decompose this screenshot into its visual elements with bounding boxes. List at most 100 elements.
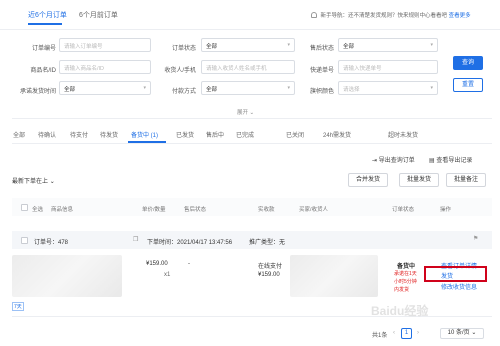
th-after-sale: 售后状态 [184,207,207,213]
page-number[interactable]: 1 [401,328,412,339]
query-button[interactable]: 查询 [453,56,483,70]
header-divider [0,29,500,30]
ship-countdown: 承诺在1天小时5分钟内发货 [394,271,417,293]
order-time: 下单时间：2021/04/17 13:47:56 [147,240,233,246]
baidu-watermark: Baidu经验 [371,304,429,318]
newbie-notice: 新手导航：还不清楚发货规则？快来规则中心看看吧 查看更多 [311,11,471,19]
sort-select[interactable]: 最新下单在上 ⌄ [12,176,55,185]
order-status-select[interactable]: 全部 ▾ [201,38,295,52]
flag-color-placeholder: 请选择 [343,87,360,93]
seven-day-tag: 7天 [12,302,24,311]
th-buyer: 买家/收货人 [299,207,329,213]
order-status-value: 全部 [206,44,218,50]
ship-time-value: 全部 [64,87,76,93]
order-period-tabs: 近6个月订单 6个月前订单 新手导航：还不清楚发货规则？快来规则中心看看吧 查看… [0,0,500,30]
export-query-label: 导出查询订单 [378,158,415,164]
status-tab-closed[interactable]: 已关闭 [286,130,304,139]
prev-page-icon[interactable]: ‹ [393,330,395,336]
promo-type: 推广类型：无 [249,240,286,246]
next-page-icon[interactable]: › [417,330,419,336]
order-management-panel: 近6个月订单 6个月前订单 新手导航：还不清楚发货规则？快来规则中心看看吧 查看… [0,0,500,346]
receiver-label: 收货人/手机 [164,68,196,74]
pay-method-select[interactable]: 全部 ▾ [201,81,295,95]
page-size-select[interactable]: 10 条/页 ⌄ [440,328,484,339]
after-sale-status: - [188,261,190,267]
highlight-box [424,266,487,282]
chevron-down-icon: ⌄ [249,110,255,116]
order-number: 订单号：478 [34,240,69,246]
export-icon: ⇥ [372,158,378,164]
order-no-input[interactable]: 请输入订单编号 [59,38,151,52]
page-size-value: 10 条/页 [447,330,470,336]
chevron-down-icon: ⌄ [49,179,55,185]
th-actions: 操作 [440,207,452,213]
unit-price: ¥159.00 [146,261,168,267]
quantity: x1 [164,272,171,278]
tab-older-than-6-months[interactable]: 6个月前订单 [79,10,118,20]
status-tab-to-ship[interactable]: 待发货 [100,130,118,139]
flag-color-label: 旗帜颜色 [309,89,334,95]
order-checkbox[interactable] [21,237,28,244]
chevron-down-icon: ⌄ [471,330,477,336]
pay-method-value: 全部 [206,87,218,93]
pay-method: 在线支付 [258,264,283,270]
bell-icon [311,12,317,18]
status-tab-overdue[interactable]: 超时未发货 [388,130,418,139]
batch-ship-button[interactable]: 批量发货 [399,173,439,187]
order-no-label: 订单编号 [31,46,56,52]
buyer-info-blurred [290,255,378,297]
paid-amount: ¥159.00 [258,272,280,278]
view-export-records[interactable]: ▤ 查看导出记录 [429,155,472,164]
tracking-input[interactable]: 请输入快递单号 [338,60,438,74]
flag-icon[interactable]: ⚑ [473,235,478,242]
th-price-qty: 单价/数量 [142,207,166,213]
after-sale-select[interactable]: 全部 ▾ [338,38,438,52]
ship-time-select[interactable]: 全部 ▾ [59,81,151,95]
status-tab-ship-24h[interactable]: 24h需发货 [323,130,351,139]
notice-more-link[interactable]: 查看更多 [449,13,471,19]
table-header [12,198,492,216]
merge-ship-button[interactable]: 合并发货 [348,173,388,187]
chevron-down-icon: ▾ [430,42,433,48]
order-status: 备货中 [397,264,416,270]
th-order-status: 订单状态 [392,207,415,213]
view-export-label: 查看导出记录 [436,158,473,164]
status-tab-to-pay[interactable]: 待支付 [70,130,88,139]
th-paid: 实收款 [258,207,275,213]
status-tab-completed[interactable]: 已完成 [236,130,254,139]
document-icon: ▤ [429,158,435,164]
pay-method-label: 付款方式 [171,89,196,95]
edit-address-link[interactable]: 修改收货信息 [441,282,477,291]
status-tab-shipped[interactable]: 已发货 [176,130,194,139]
copy-icon[interactable]: ❐ [133,236,138,243]
active-tab-underline [28,23,62,25]
th-product-info: 商品信息 [51,207,74,213]
batch-remark-button[interactable]: 批量备注 [446,173,486,187]
notice-text: 新手导航：还不清楚发货规则？快来规则中心看看吧 [320,13,448,19]
status-tab-after-sale[interactable]: 售后中 [206,130,224,139]
chevron-down-icon: ▾ [430,85,433,91]
status-tab-preparing[interactable]: 备货中 (1) [131,130,158,139]
status-tab-to-confirm[interactable]: 待确认 [38,130,56,139]
tab-recent-6-months[interactable]: 近6个月订单 [28,10,67,20]
after-sale-value: 全部 [343,44,355,50]
filter-divider [12,118,492,119]
expand-filters-toggle[interactable]: 展开 ⌄ [237,108,254,116]
flag-color-select[interactable]: 请选择 ▾ [338,81,438,95]
expand-label: 展开 [237,110,249,116]
product-input[interactable]: 请输入商品名/ID [59,60,151,74]
order-status-label: 订单状态 [171,46,196,52]
status-tabs-divider [12,143,492,144]
sort-label: 最新下单在上 [12,179,49,185]
select-all-checkbox[interactable] [21,204,28,211]
status-tab-all[interactable]: 全部 [13,130,25,139]
chevron-down-icon: ▾ [143,85,146,91]
export-query-orders[interactable]: ⇥ 导出查询订单 [372,155,415,164]
th-select-all: 全选 [32,207,44,213]
receiver-input[interactable]: 请输入收货人姓名或手机 [201,60,295,74]
ship-time-label: 承诺发货时间 [19,89,56,95]
product-image[interactable] [12,255,122,297]
product-label: 商品名/ID [30,68,56,74]
reset-button[interactable]: 重置 [453,78,483,92]
after-sale-label: 售后状态 [309,46,334,52]
